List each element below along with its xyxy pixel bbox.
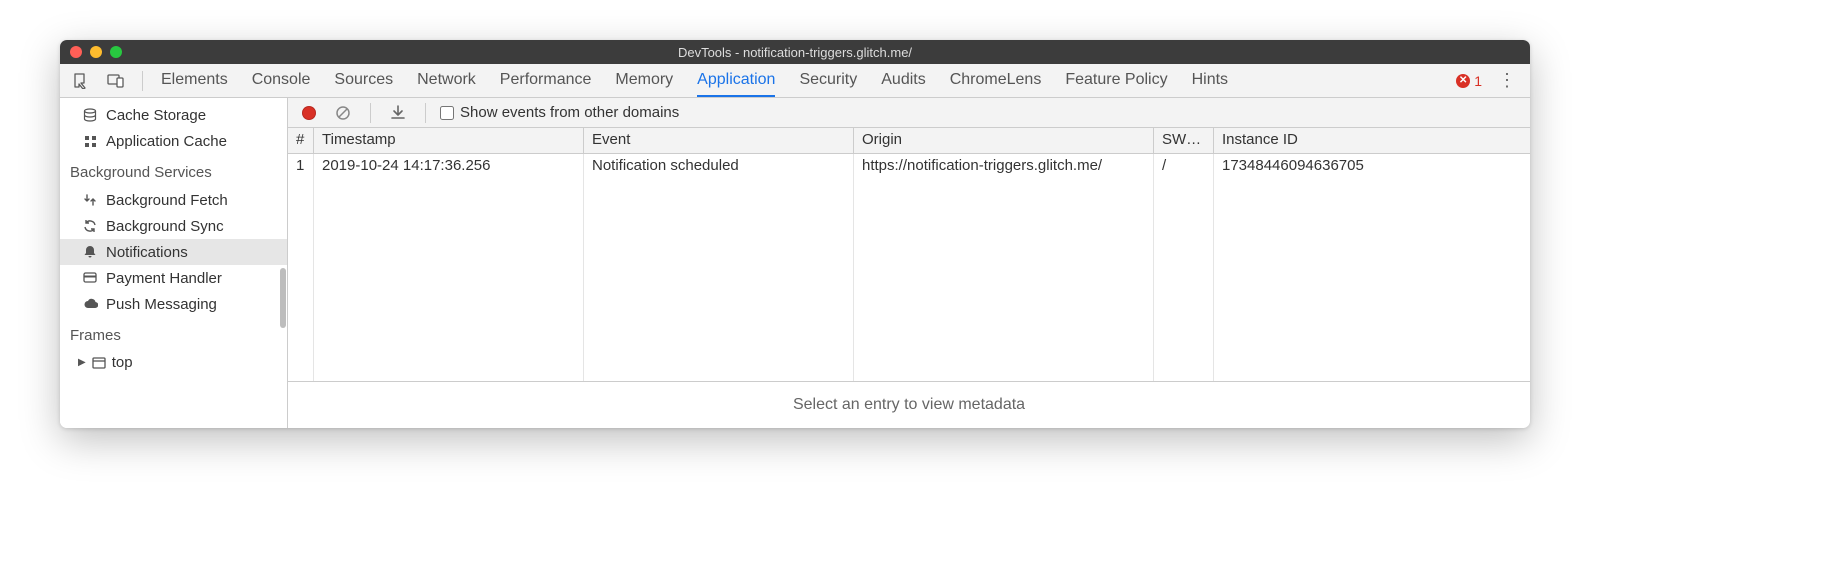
table-row[interactable]: 1 2019-10-24 14:17:36.256 Notification s…	[288, 154, 1530, 180]
more-menu-icon[interactable]: ⋮	[1492, 70, 1522, 91]
tab-feature-policy[interactable]: Feature Policy	[1065, 64, 1167, 97]
tab-chromelens[interactable]: ChromeLens	[950, 64, 1042, 97]
col-index[interactable]: #	[288, 128, 314, 153]
events-toolbar: Show events from other domains	[288, 98, 1530, 128]
application-sidebar: Cache Storage Application Cache Backgrou…	[60, 98, 288, 428]
col-sw-scope[interactable]: SW …	[1154, 128, 1214, 153]
cell-instance-id: 17348446094636705	[1214, 154, 1530, 180]
record-icon	[302, 106, 316, 120]
tab-sources[interactable]: Sources	[334, 64, 393, 97]
sidebar-header-background-services: Background Services	[60, 154, 287, 187]
tab-security[interactable]: Security	[799, 64, 857, 97]
show-other-domains-checkbox[interactable]: Show events from other domains	[440, 104, 679, 121]
sidebar-item-cache-storage[interactable]: Cache Storage	[60, 102, 287, 128]
sidebar-item-label: Notifications	[106, 244, 188, 261]
sidebar-item-payment-handler[interactable]: Payment Handler	[60, 265, 287, 291]
titlebar: DevTools - notification-triggers.glitch.…	[60, 40, 1530, 64]
tab-audits[interactable]: Audits	[881, 64, 925, 97]
error-icon: ✕	[1456, 74, 1470, 88]
sidebar-item-application-cache[interactable]: Application Cache	[60, 128, 287, 154]
cell-origin: https://notification-triggers.glitch.me/	[854, 154, 1154, 180]
col-event[interactable]: Event	[584, 128, 854, 153]
cell-timestamp: 2019-10-24 14:17:36.256	[314, 154, 584, 180]
card-icon	[82, 272, 98, 284]
sidebar-item-notifications[interactable]: Notifications	[60, 239, 287, 265]
inspect-element-icon[interactable]	[68, 67, 96, 95]
record-button[interactable]	[296, 100, 322, 126]
cell-sw-scope: /	[1154, 154, 1214, 180]
maximize-window-button[interactable]	[110, 46, 122, 58]
main-panel: Show events from other domains # Timesta…	[288, 98, 1530, 428]
separator	[142, 71, 143, 91]
sidebar-item-background-sync[interactable]: Background Sync	[60, 213, 287, 239]
tab-memory[interactable]: Memory	[615, 64, 673, 97]
sidebar-header-frames: Frames	[60, 317, 287, 350]
sidebar-item-top-frame[interactable]: ▶ top	[60, 350, 287, 375]
cell-index: 1	[288, 154, 314, 180]
tab-network[interactable]: Network	[417, 64, 476, 97]
devtools-window: DevTools - notification-triggers.glitch.…	[60, 40, 1530, 428]
col-instance-id[interactable]: Instance ID	[1214, 128, 1530, 153]
tab-application[interactable]: Application	[697, 64, 775, 97]
show-other-domains-input[interactable]	[440, 106, 454, 120]
table-header: # Timestamp Event Origin SW … Instance I…	[288, 128, 1530, 154]
tab-console[interactable]: Console	[252, 64, 311, 97]
sidebar-item-label: Cache Storage	[106, 107, 206, 124]
frame-icon	[92, 357, 106, 369]
sidebar-item-label: Application Cache	[106, 133, 227, 150]
separator	[425, 103, 426, 123]
fetch-icon	[82, 193, 98, 207]
separator	[370, 103, 371, 123]
bell-icon	[82, 245, 98, 259]
error-count: 1	[1474, 73, 1482, 89]
col-timestamp[interactable]: Timestamp	[314, 128, 584, 153]
tab-performance[interactable]: Performance	[500, 64, 592, 97]
details-hint: Select an entry to view metadata	[288, 382, 1530, 428]
events-table: # Timestamp Event Origin SW … Instance I…	[288, 128, 1530, 382]
sidebar-item-label: Background Sync	[106, 218, 224, 235]
sidebar-item-label: Background Fetch	[106, 192, 228, 209]
clear-button[interactable]	[330, 100, 356, 126]
table-body: 1 2019-10-24 14:17:36.256 Notification s…	[288, 154, 1530, 382]
download-button[interactable]	[385, 100, 411, 126]
panel-tabs: Elements Console Sources Network Perform…	[161, 64, 1228, 97]
grid-icon	[82, 135, 98, 148]
close-window-button[interactable]	[70, 46, 82, 58]
sync-icon	[82, 219, 98, 233]
device-toolbar-icon[interactable]	[102, 67, 130, 95]
sidebar-item-label: Push Messaging	[106, 296, 217, 313]
minimize-window-button[interactable]	[90, 46, 102, 58]
cell-event: Notification scheduled	[584, 154, 854, 180]
expand-triangle-icon[interactable]: ▶	[78, 357, 86, 368]
sidebar-item-background-fetch[interactable]: Background Fetch	[60, 187, 287, 213]
tab-hints[interactable]: Hints	[1192, 64, 1228, 97]
main-toolbar: Elements Console Sources Network Perform…	[60, 64, 1530, 98]
table-empty-area	[288, 180, 1530, 381]
show-other-domains-label: Show events from other domains	[460, 104, 679, 121]
traffic-lights	[60, 46, 122, 58]
error-count-badge[interactable]: ✕ 1	[1456, 73, 1482, 89]
toolbar-right: ✕ 1 ⋮	[1456, 70, 1522, 91]
tab-elements[interactable]: Elements	[161, 64, 228, 97]
sidebar-item-push-messaging[interactable]: Push Messaging	[60, 291, 287, 317]
frame-label: top	[112, 354, 133, 371]
col-origin[interactable]: Origin	[854, 128, 1154, 153]
cloud-icon	[82, 298, 98, 310]
panel-body: Cache Storage Application Cache Backgrou…	[60, 98, 1530, 428]
scrollbar-thumb[interactable]	[280, 268, 286, 328]
database-icon	[82, 108, 98, 122]
window-title: DevTools - notification-triggers.glitch.…	[60, 45, 1530, 60]
sidebar-item-label: Payment Handler	[106, 270, 222, 287]
